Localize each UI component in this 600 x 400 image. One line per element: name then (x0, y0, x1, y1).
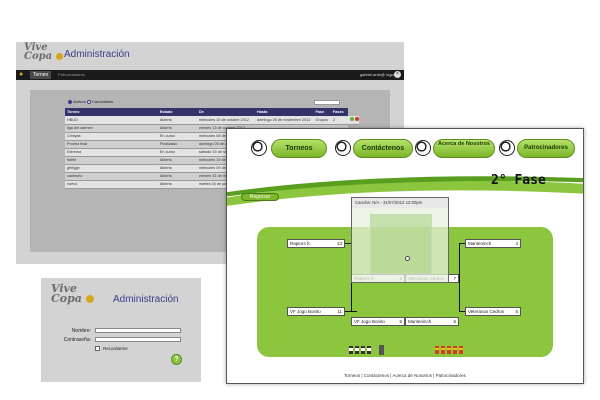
col-estado[interactable]: Estado (157, 108, 197, 116)
team-slot[interactable]: VF Jogo Bonito 5 (351, 317, 405, 326)
team-slot[interactable]: VF Jogo Bonito 11 (287, 307, 345, 316)
soccer-ball-icon (251, 140, 267, 156)
table-cell: nuevo (65, 180, 158, 189)
login-logo: Vive Copa (51, 283, 94, 304)
tab-torneo[interactable]: Torneo (30, 71, 52, 79)
table-header-row: Torneo Estado De Hasta Fase Fases (65, 108, 359, 116)
nav-torneos[interactable]: Torneos (271, 139, 327, 158)
table-cell: gfhfggh (65, 164, 158, 173)
team-slot[interactable]: Manteninch 6 (405, 317, 459, 326)
table-cell: Abierto (157, 164, 197, 173)
table-cell: miércoles 10 de octubre 2012 (196, 116, 256, 125)
table-cell: domingo 25 de noviembre 2012 (255, 116, 314, 125)
remember-checkbox[interactable] (95, 346, 100, 351)
question-icon[interactable]: ? (171, 354, 182, 365)
table-cell: En curso (157, 132, 197, 141)
admin-header: Vive Copa Administración (16, 42, 404, 70)
radio-activos-label: Activos (72, 99, 86, 104)
status-filter: Activos Cancelados (68, 99, 113, 104)
edit-icon[interactable] (350, 117, 354, 122)
admin-navbar: ● Torneo Patrocinadores gabriel.anto@ lo… (16, 70, 404, 80)
soccer-ball-icon (335, 140, 351, 156)
radio-activos[interactable] (68, 99, 72, 104)
col-hasta[interactable]: Hasta (255, 108, 314, 116)
login-window: Vive Copa Administración Nombre: Contras… (41, 278, 201, 382)
nav-patrocinadores[interactable]: Patrocinadores (517, 139, 575, 158)
login-title: Administración (113, 294, 179, 305)
table-cell: Cimiyas (65, 132, 158, 141)
radio-cancelados[interactable] (86, 99, 91, 104)
col-fase[interactable]: Fase (313, 108, 331, 116)
team-players-illustration (349, 345, 384, 355)
username-label: Nombre: (71, 328, 91, 334)
delete-icon[interactable] (355, 117, 359, 122)
admin-title: Administración (64, 49, 130, 60)
username-input[interactable] (95, 328, 181, 333)
team-players-illustration (435, 346, 463, 354)
table-cell: HBUD (65, 116, 158, 125)
table-cell: En curso (157, 148, 197, 157)
team-slot[interactable]: Raptors fc 13 (287, 239, 345, 248)
table-cell: 2 (330, 116, 348, 125)
match-detail-header: Cancha: N/A - 31/07/2012 12:00pm (352, 198, 448, 208)
table-cell: Prueba final (65, 140, 158, 149)
tournament-bracket-window: Torneos Contáctenos Acerca de Nosotros P… (226, 128, 584, 384)
match-detail-popup[interactable]: Cancha: N/A - 31/07/2012 12:00pm (351, 197, 449, 283)
password-input[interactable] (95, 337, 181, 342)
admin-logo: Vive Copa (24, 43, 63, 62)
table-cell: Abierto (157, 116, 197, 125)
soccer-ball-icon (415, 140, 431, 156)
col-fases[interactable]: Fases (330, 108, 348, 116)
goal-illustration (370, 214, 432, 274)
nav-contactenos[interactable]: Contáctenos (353, 139, 413, 158)
table-cell: Grupos (313, 116, 331, 125)
table-cell: liga del carmen (65, 124, 158, 133)
table-cell: Abierto (157, 156, 197, 165)
table-cell: Extrema (65, 148, 158, 157)
phase-title: 2° Fase (491, 173, 546, 188)
table-cell: Abierto (157, 124, 197, 133)
table-cell: Abierto (157, 172, 197, 181)
password-label: Contraseña: (63, 337, 91, 343)
table-cell: canfinelo (65, 172, 158, 181)
footer-links[interactable]: Torneos | Contáctenos | Acerca de Nosotr… (227, 373, 583, 378)
search-input[interactable] (314, 100, 340, 105)
team-slot[interactable]: Manteninch 4 (465, 239, 521, 248)
nav-acerca-de-nosotros[interactable]: Acerca de Nosotros (433, 139, 495, 158)
radio-cancelados-label: Cancelados (92, 99, 114, 104)
close-icon[interactable]: × (394, 71, 401, 78)
table-cell: Finalizado (157, 140, 197, 149)
team-slot[interactable]: Veteranos Cedros 5 (465, 307, 521, 316)
back-button[interactable]: Regresar (241, 193, 279, 201)
soccer-ball-icon (499, 140, 515, 156)
col-de[interactable]: De (196, 108, 256, 116)
user-logout-link[interactable]: gabriel.anto@ logout (360, 71, 397, 79)
table-cell: Abierto (157, 180, 197, 189)
tab-patrocinadores[interactable]: Patrocinadores (58, 71, 85, 79)
col-torneo[interactable]: Torneo (65, 108, 158, 116)
table-cell: fsfefe (65, 156, 158, 165)
remember-label: Recordarme (103, 346, 128, 351)
soccer-ball-icon (405, 256, 410, 261)
ball-icon: ● (19, 71, 24, 78)
table-row[interactable]: HBUD Abierto miércoles 10 de octubre 2012 d… (65, 116, 359, 125)
